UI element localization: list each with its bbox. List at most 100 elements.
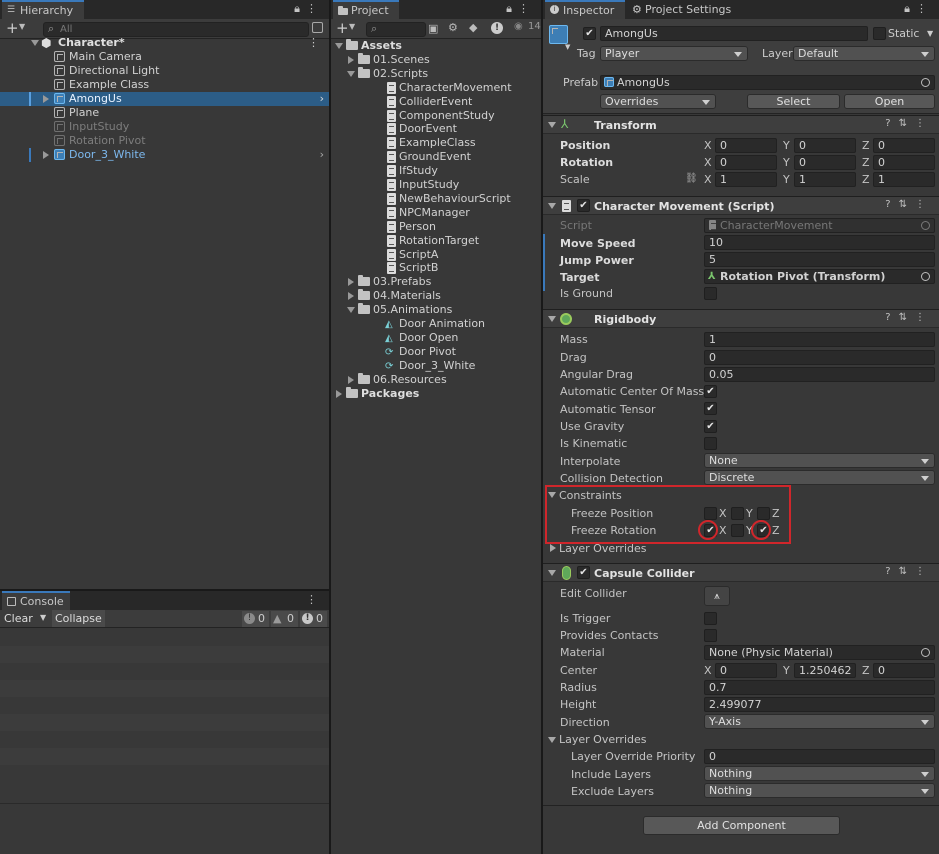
center-z-field[interactable]: 0	[873, 663, 935, 678]
clear-button[interactable]: Clear	[4, 612, 33, 625]
more-icon[interactable]: ⋮	[518, 2, 535, 15]
project-asset-row[interactable]: InputStudy	[331, 178, 541, 192]
project-asset-row[interactable]: Person	[331, 220, 541, 234]
rotation-x-field[interactable]: 0	[715, 155, 777, 170]
drag-label[interactable]: Drag	[560, 350, 587, 365]
hierarchy-row[interactable]: InputStudy	[0, 120, 329, 134]
eye-icon[interactable]: ◉	[514, 21, 523, 32]
project-asset-row[interactable]: ◭ Door Open	[331, 331, 541, 345]
project-asset-row[interactable]: DoorEvent	[331, 122, 541, 136]
object-picker-icon[interactable]	[921, 648, 930, 657]
open-button[interactable]: Open	[844, 94, 935, 109]
help-icon[interactable]: ?	[885, 566, 898, 577]
project-folder-row[interactable]: 01.Scenes	[331, 52, 541, 67]
expand-arrow-icon[interactable]	[335, 43, 343, 49]
material-field[interactable]: None (Physic Material)	[704, 645, 935, 660]
inspector-tab-menu[interactable]: 🔒︎⋮	[904, 2, 933, 16]
layer-override-priority-label[interactable]: Layer Override Priority	[571, 749, 695, 764]
project-asset-row[interactable]: RotationTarget	[331, 234, 541, 248]
tab-project[interactable]: Project	[333, 0, 399, 19]
mass-field[interactable]: 1	[704, 332, 935, 347]
object-name-field[interactable]: AmongUs	[600, 26, 868, 41]
tab-project-settings[interactable]: ⚙ Project Settings	[627, 0, 747, 19]
console-log-area[interactable]	[0, 629, 329, 854]
rotation-z-field[interactable]: 0	[873, 155, 935, 170]
height-field[interactable]: 2.499077	[704, 697, 935, 712]
project-folder-row[interactable]: 04.Materials	[331, 289, 541, 303]
project-tab-menu[interactable]: 🔒︎⋮	[506, 2, 535, 16]
object-picker-icon[interactable]	[921, 272, 930, 281]
angular-drag-field[interactable]: 0.05	[704, 367, 935, 382]
axis-x-label[interactable]: X	[704, 172, 714, 187]
fold-arrow-icon[interactable]	[548, 316, 556, 322]
project-asset-row[interactable]: CharacterMovement	[331, 81, 541, 95]
more-icon[interactable]: ⋮	[915, 566, 933, 577]
chevron-right-icon[interactable]: ›	[320, 92, 324, 106]
expand-arrow-icon[interactable]	[348, 375, 354, 384]
more-icon[interactable]: ⋮	[915, 199, 933, 210]
project-folder-row[interactable]: Assets	[331, 39, 541, 53]
more-icon[interactable]: ⋮	[915, 312, 933, 323]
transform-header[interactable]: ⅄ Transform ?⇅⋮	[543, 115, 939, 134]
axis-z-label[interactable]: Z	[862, 138, 872, 153]
lock-icon[interactable]: 🔒︎	[294, 2, 306, 15]
scale-x-field[interactable]: 1	[715, 172, 777, 187]
static-dropdown-icon[interactable]: ▼	[927, 29, 933, 38]
jump-power-label[interactable]: Jump Power	[560, 253, 634, 268]
layer-overrides-label[interactable]: Layer Overrides	[559, 732, 647, 747]
target-field[interactable]: ⅄ Rotation Pivot (Transform)	[704, 269, 935, 284]
component-menu[interactable]: ?⇅⋮	[885, 199, 933, 210]
project-folder-row[interactable]: Packages	[331, 386, 541, 401]
lock-icon[interactable]: 🔒︎	[506, 2, 518, 15]
hierarchy-row-selected[interactable]: AmongUs ›	[0, 92, 329, 106]
position-z-field[interactable]: 0	[873, 138, 935, 153]
exclude-layers-dropdown[interactable]: Nothing	[704, 783, 935, 798]
tag-dropdown[interactable]: Player	[600, 46, 748, 61]
presets-icon[interactable]: ⇅	[899, 312, 915, 323]
project-asset-row[interactable]: NewBehaviourScript	[331, 192, 541, 206]
component-enabled-checkbox[interactable]: ✔	[577, 199, 590, 212]
is-ground-checkbox[interactable]	[704, 287, 717, 300]
include-layers-dropdown[interactable]: Nothing	[704, 766, 935, 781]
mass-label[interactable]: Mass	[560, 332, 588, 347]
is-kinematic-checkbox[interactable]	[704, 437, 717, 450]
scale-y-field[interactable]: 1	[794, 172, 856, 187]
script-field[interactable]: CharacterMovement	[704, 218, 935, 233]
tag-icon[interactable]: ◆	[469, 21, 477, 34]
fold-arrow-right-icon[interactable]	[550, 544, 556, 552]
component-menu[interactable]: ?⇅⋮	[885, 566, 933, 577]
move-speed-field[interactable]: 10	[704, 235, 935, 250]
center-x-field[interactable]: 0	[715, 663, 777, 678]
more-icon[interactable]: ⋮	[306, 593, 323, 606]
icon-dropdown-icon[interactable]: ▼	[565, 43, 570, 51]
axis-x-label[interactable]: X	[704, 138, 714, 153]
expand-arrow-icon[interactable]	[347, 70, 355, 77]
rigidbody-header[interactable]: Rigidbody ?⇅⋮	[543, 309, 939, 328]
more-icon[interactable]: ⋮	[306, 2, 323, 15]
axis-x-label[interactable]: X	[704, 155, 714, 170]
interpolate-dropdown[interactable]: None	[704, 453, 935, 468]
fold-arrow-icon[interactable]	[548, 737, 556, 743]
prefab-asset-field[interactable]: AmongUs	[600, 75, 935, 90]
project-folder-row[interactable]: 02.Scripts	[331, 66, 541, 81]
project-folder-row[interactable]: 03.Prefabs	[331, 275, 541, 289]
layer-dropdown[interactable]: Default	[793, 46, 935, 61]
radius-field[interactable]: 0.7	[704, 680, 935, 695]
project-asset-row[interactable]: GroundEvent	[331, 150, 541, 164]
hierarchy-row[interactable]: Main Camera	[0, 50, 329, 64]
hierarchy-row[interactable]: Plane	[0, 106, 329, 120]
use-gravity-checkbox[interactable]: ✔	[704, 420, 717, 433]
expand-arrow-icon[interactable]	[348, 292, 354, 301]
project-folder-row[interactable]: 05.Animations	[331, 303, 541, 317]
position-x-field[interactable]: 0	[715, 138, 777, 153]
height-label[interactable]: Height	[560, 697, 596, 712]
position-y-field[interactable]: 0	[794, 138, 856, 153]
help-icon[interactable]: ?	[885, 199, 898, 210]
presets-icon[interactable]: ⇅	[899, 118, 915, 129]
expand-arrow-icon[interactable]	[336, 389, 342, 398]
project-asset-row[interactable]: ExampleClass	[331, 136, 541, 150]
project-asset-row[interactable]: ⟳ Door Pivot	[331, 345, 541, 359]
help-icon[interactable]: ?	[885, 118, 898, 129]
expand-arrow-icon[interactable]	[348, 55, 354, 64]
tab-hierarchy[interactable]: ☰ Hierarchy	[2, 0, 84, 19]
